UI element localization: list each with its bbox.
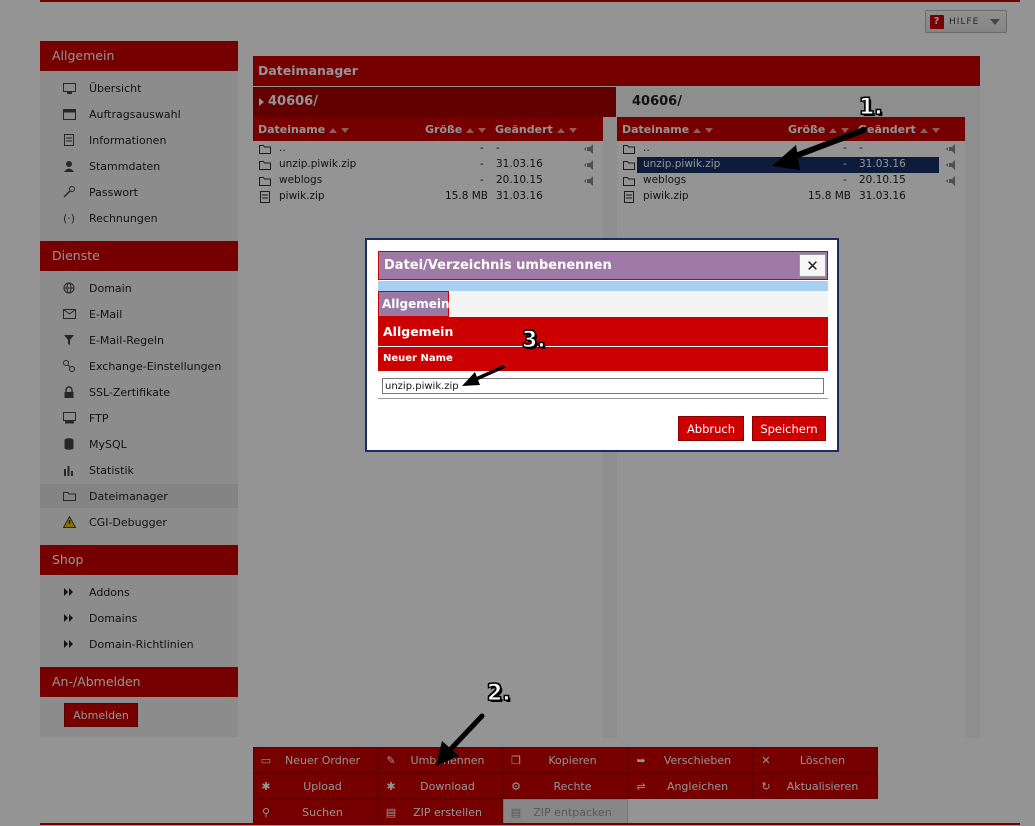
arrow-icon bbox=[436, 713, 485, 766]
annotation-arrows bbox=[436, 127, 867, 766]
arrow-icon bbox=[462, 365, 505, 386]
arrow-icon bbox=[772, 127, 867, 170]
